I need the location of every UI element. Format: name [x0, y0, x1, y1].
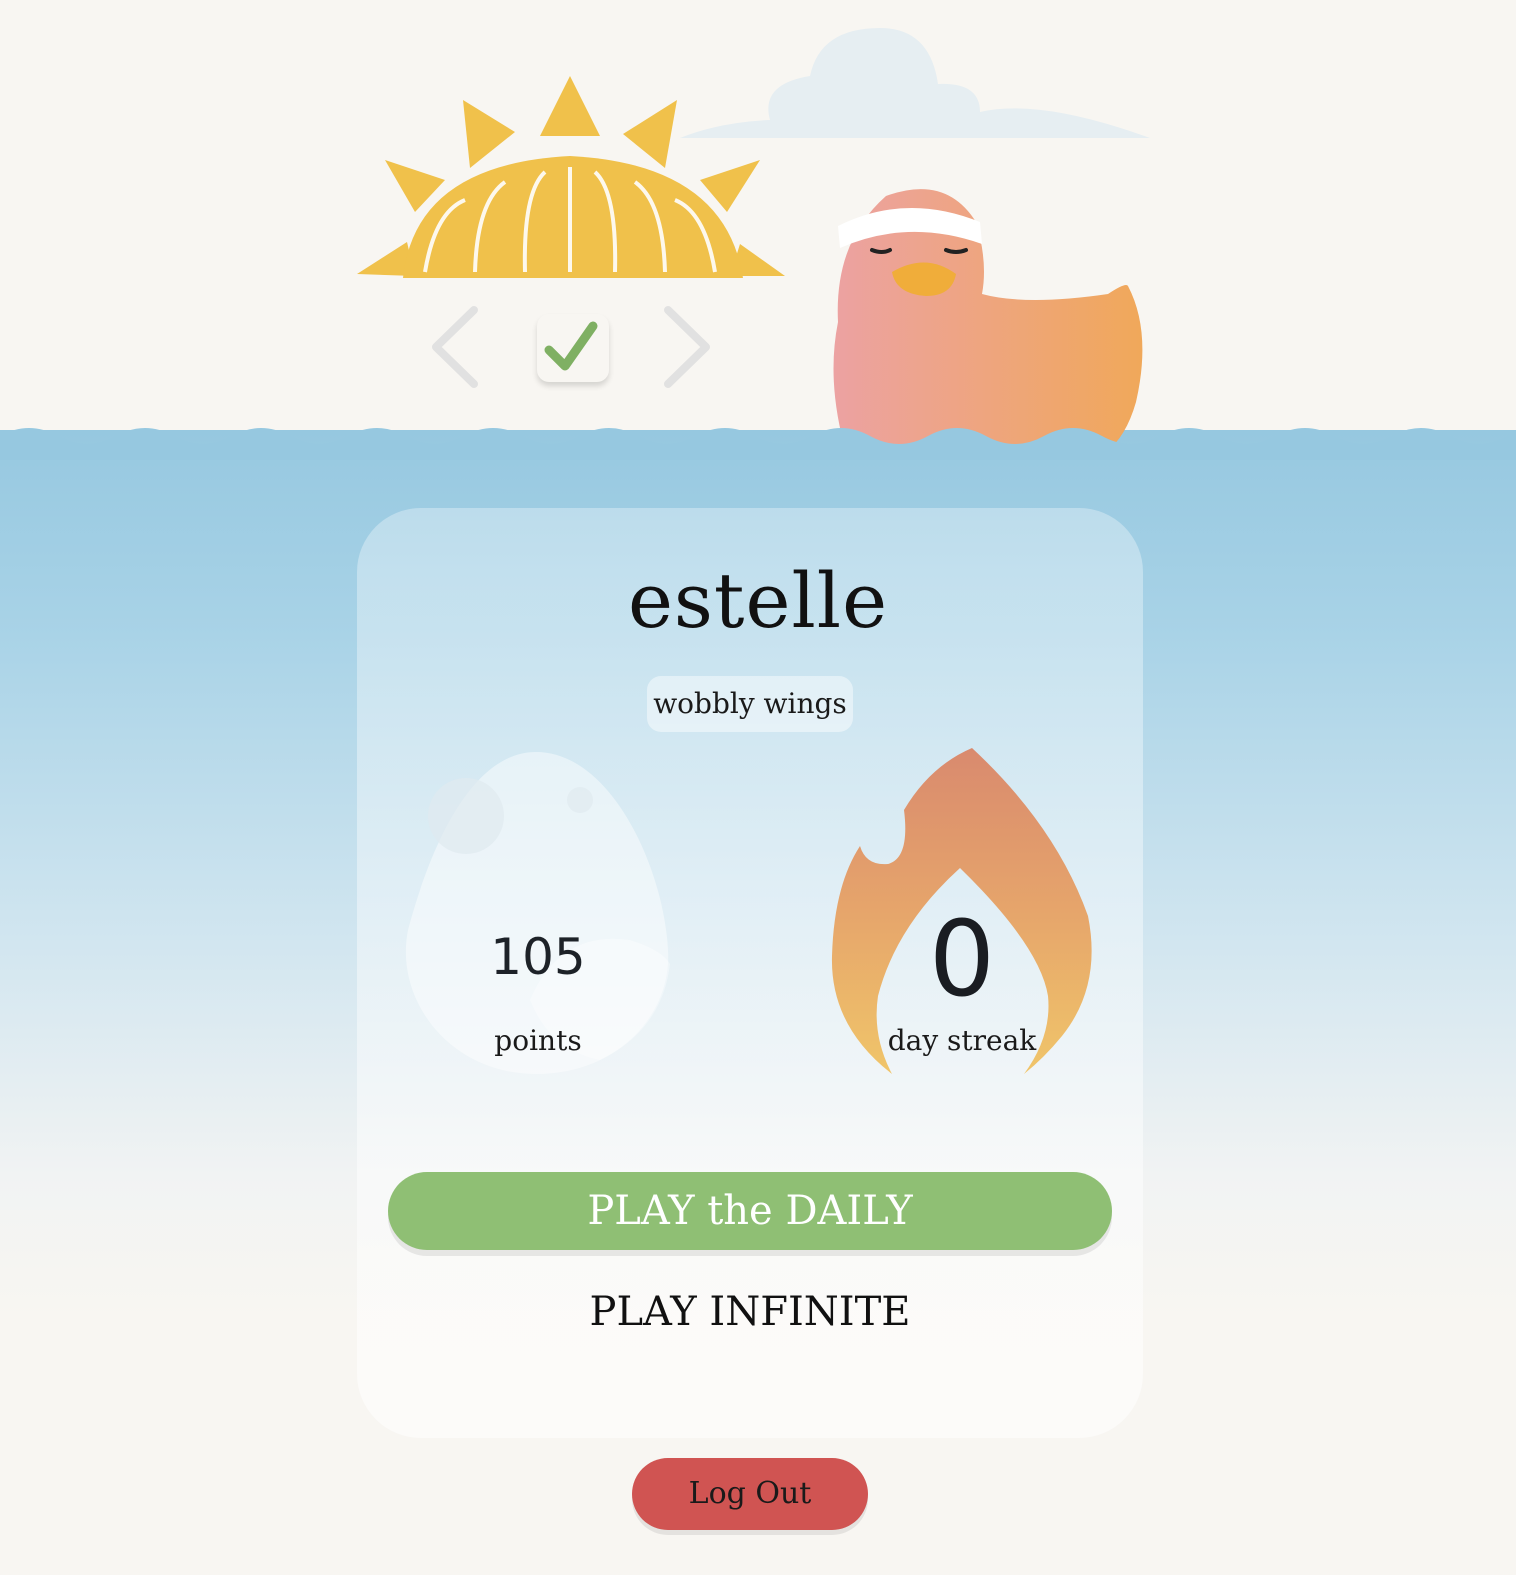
points-value: 105 — [490, 928, 586, 986]
play-infinite-button[interactable]: PLAY INFINITE — [560, 1282, 940, 1342]
title-badge: wobbly wings — [647, 676, 853, 732]
streak-label: day streak — [887, 1024, 1037, 1057]
streak-value: 0 — [928, 898, 996, 1020]
logout-button[interactable]: Log Out — [632, 1458, 868, 1530]
username-heading: estelle — [627, 556, 889, 645]
sunnies-logo — [357, 76, 785, 278]
play-daily-button[interactable]: PLAY the DAILY — [388, 1172, 1112, 1250]
chevron-right-icon[interactable] — [662, 306, 714, 388]
chevron-left-icon[interactable] — [428, 306, 480, 388]
points-label: points — [494, 1024, 582, 1057]
complete-check-button[interactable] — [537, 314, 609, 382]
wave-edge — [0, 428, 1516, 460]
checkmark-icon — [544, 321, 598, 371]
